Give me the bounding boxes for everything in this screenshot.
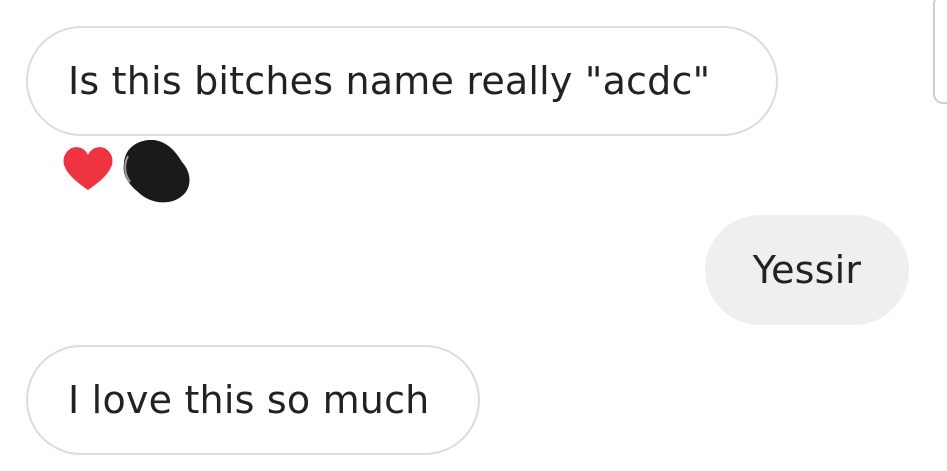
outgoing-message-bubble[interactable]: Yessir [705, 215, 909, 325]
chat-thread: Is this bitches name really "acdc" Yessi… [0, 0, 947, 471]
heart-icon[interactable] [63, 147, 113, 190]
message-text: Is this bitches name really "acdc" [68, 59, 711, 103]
message-text: I love this so much [68, 378, 430, 422]
scrollbar-handle[interactable] [933, 0, 947, 104]
incoming-message-bubble[interactable]: Is this bitches name really "acdc" [26, 26, 778, 136]
incoming-message-bubble[interactable]: I love this so much [26, 345, 480, 455]
message-reactions[interactable] [58, 140, 198, 210]
message-text: Yessir [752, 248, 862, 292]
reactions-graphic [63, 140, 190, 203]
redacted-avatar-icon [123, 140, 190, 203]
